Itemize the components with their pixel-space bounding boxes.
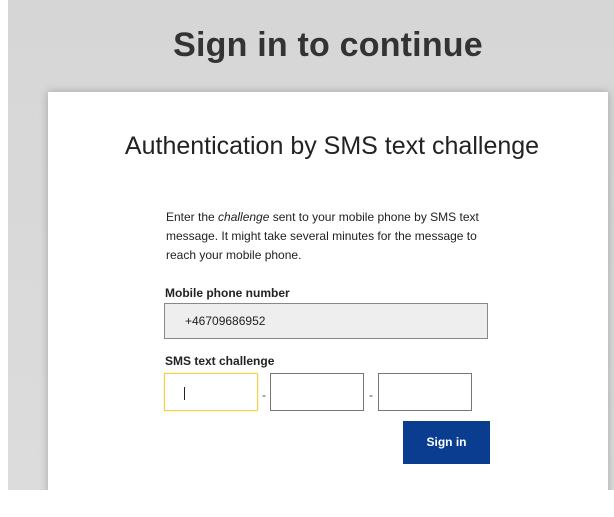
page-background: Sign in to continue Authentication by SM… [8, 0, 614, 490]
intro-text-start: Enter the [166, 210, 219, 224]
sms-challenge-input-3[interactable] [378, 373, 472, 411]
intro-text-emphasis: challenge [218, 210, 270, 224]
sms-challenge-input-2[interactable] [270, 373, 364, 411]
text-cursor [184, 387, 185, 400]
sign-in-button[interactable]: Sign in [403, 421, 490, 464]
card-title: Authentication by SMS text challenge [124, 132, 540, 160]
challenge-separator: - [262, 388, 266, 402]
page-title: Sign in to continue [173, 26, 483, 64]
challenge-separator: - [369, 388, 373, 402]
sms-challenge-label: SMS text challenge [165, 354, 275, 368]
auth-card: Authentication by SMS text challenge Ent… [48, 92, 608, 490]
intro-text: Enter the challenge sent to your mobile … [166, 208, 486, 265]
mobile-phone-label: Mobile phone number [165, 286, 290, 300]
mobile-phone-field: +46709686952 [164, 303, 488, 339]
sms-challenge-input-1[interactable] [164, 373, 258, 411]
